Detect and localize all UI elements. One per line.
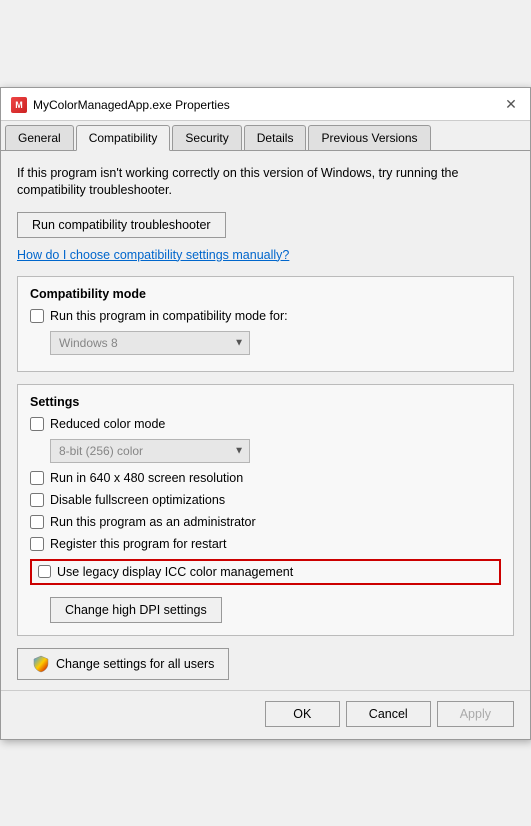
compatibility-mode-section: Compatibility mode Run this program in c… — [17, 276, 514, 372]
close-button[interactable]: ✕ — [502, 96, 520, 114]
all-users-button[interactable]: Change settings for all users — [17, 648, 229, 680]
legacy-icc-checkbox[interactable] — [38, 565, 51, 578]
troubleshooter-button[interactable]: Run compatibility troubleshooter — [17, 212, 226, 238]
fullscreen-checkbox[interactable] — [30, 493, 44, 507]
title-bar: M MyColorManagedApp.exe Properties ✕ — [1, 88, 530, 121]
compatibility-dropdown[interactable]: Windows 8 Windows 7 Windows Vista Window… — [50, 331, 250, 355]
change-dpi-button[interactable]: Change high DPI settings — [50, 597, 222, 623]
shield-icon — [32, 655, 50, 673]
settings-section: Settings Reduced color mode 8-bit (256) … — [17, 384, 514, 636]
compatibility-checkbox[interactable] — [30, 309, 44, 323]
properties-window: M MyColorManagedApp.exe Properties ✕ Gen… — [0, 87, 531, 740]
manual-link[interactable]: How do I choose compatibility settings m… — [17, 248, 514, 262]
tab-content: If this program isn't working correctly … — [1, 151, 530, 690]
tab-general[interactable]: General — [5, 125, 74, 150]
fullscreen-label: Disable fullscreen optimizations — [50, 493, 225, 507]
legacy-icc-label: Use legacy display ICC color management — [57, 565, 293, 579]
compatibility-mode-label: Compatibility mode — [30, 287, 501, 301]
ok-button[interactable]: OK — [265, 701, 340, 727]
cancel-button[interactable]: Cancel — [346, 701, 431, 727]
640x480-checkbox[interactable] — [30, 471, 44, 485]
tab-details[interactable]: Details — [244, 125, 307, 150]
640x480-label: Run in 640 x 480 screen resolution — [50, 471, 243, 485]
tab-bar: General Compatibility Security Details P… — [1, 121, 530, 151]
all-users-label: Change settings for all users — [56, 657, 214, 671]
tab-security[interactable]: Security — [172, 125, 241, 150]
640x480-row: Run in 640 x 480 screen resolution — [30, 471, 501, 485]
reduced-color-checkbox[interactable] — [30, 417, 44, 431]
legacy-icc-row: Use legacy display ICC color management — [30, 559, 501, 585]
settings-label: Settings — [30, 395, 501, 409]
admin-label: Run this program as an administrator — [50, 515, 256, 529]
compatibility-checkbox-row: Run this program in compatibility mode f… — [30, 309, 501, 323]
admin-checkbox[interactable] — [30, 515, 44, 529]
apply-button[interactable]: Apply — [437, 701, 514, 727]
fullscreen-row: Disable fullscreen optimizations — [30, 493, 501, 507]
intro-text: If this program isn't working correctly … — [17, 165, 514, 200]
title-bar-left: M MyColorManagedApp.exe Properties — [11, 97, 230, 113]
color-dropdown-wrapper: 8-bit (256) color 16-bit color ▼ — [50, 439, 250, 463]
tab-compatibility[interactable]: Compatibility — [76, 125, 171, 151]
bottom-bar: OK Cancel Apply — [1, 690, 530, 739]
reduced-color-row: Reduced color mode — [30, 417, 501, 431]
reduced-color-label: Reduced color mode — [50, 417, 165, 431]
restart-row: Register this program for restart — [30, 537, 501, 551]
restart-checkbox[interactable] — [30, 537, 44, 551]
color-dropdown[interactable]: 8-bit (256) color 16-bit color — [50, 439, 250, 463]
restart-label: Register this program for restart — [50, 537, 226, 551]
window-title: MyColorManagedApp.exe Properties — [33, 98, 230, 112]
compatibility-dropdown-wrapper: Windows 8 Windows 7 Windows Vista Window… — [50, 331, 250, 355]
compatibility-checkbox-label: Run this program in compatibility mode f… — [50, 309, 288, 323]
tab-previous-versions[interactable]: Previous Versions — [308, 125, 430, 150]
admin-row: Run this program as an administrator — [30, 515, 501, 529]
app-icon: M — [11, 97, 27, 113]
